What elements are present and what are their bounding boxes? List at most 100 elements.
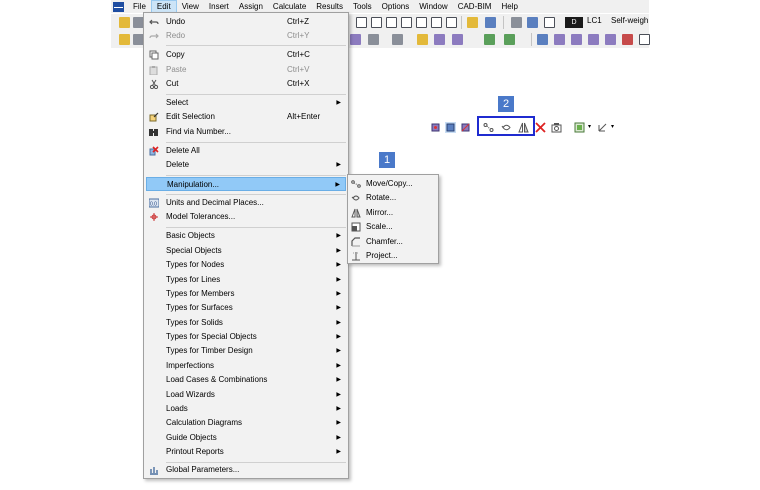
paste-icon bbox=[149, 65, 159, 75]
menu-help[interactable]: Help bbox=[496, 0, 522, 13]
delete-icon[interactable] bbox=[535, 122, 546, 133]
submenu-arrow-icon: ▶ bbox=[336, 363, 341, 369]
submenu-arrow-icon: ▶ bbox=[336, 100, 341, 106]
menu-item-manipulation[interactable]: Manipulation... ▶ bbox=[146, 177, 346, 191]
submenu-arrow-icon: ▶ bbox=[336, 162, 341, 168]
menu-item-select[interactable]: Select ▶ bbox=[144, 96, 348, 110]
menu-item-find-via-number[interactable]: Find via Number... bbox=[144, 125, 348, 139]
visibility-icon[interactable] bbox=[571, 34, 582, 45]
submenu-item-rotate[interactable]: Rotate... bbox=[348, 191, 438, 205]
menu-item-types-for-timber-design[interactable]: Types for Timber Design ▶ bbox=[144, 344, 348, 358]
mirror-icon bbox=[351, 208, 361, 218]
menu-item-copy[interactable]: Copy Ctrl+C bbox=[144, 48, 348, 62]
member-tool-icon[interactable] bbox=[392, 34, 403, 45]
menu-item-types-for-solids[interactable]: Types for Solids ▶ bbox=[144, 316, 348, 330]
load-case-name[interactable]: Self-weigh bbox=[611, 16, 648, 25]
menu-tools[interactable]: Tools bbox=[348, 0, 377, 13]
submenu-item-scale[interactable]: Scale... bbox=[348, 220, 438, 234]
menu-item-types-for-special-objects[interactable]: Types for Special Objects ▶ bbox=[144, 330, 348, 344]
scale-icon bbox=[351, 222, 361, 232]
submenu-item-mirror[interactable]: Mirror... bbox=[348, 206, 438, 220]
menu-item-imperfections[interactable]: Imperfections ▶ bbox=[144, 359, 348, 373]
display-icon[interactable] bbox=[544, 17, 555, 28]
view-icon[interactable] bbox=[446, 17, 457, 28]
global-parameters-icon bbox=[149, 465, 159, 475]
menu-item-types-for-nodes[interactable]: Types for Nodes ▶ bbox=[144, 258, 348, 272]
filter-icon[interactable] bbox=[467, 17, 478, 28]
menu-item-types-for-members[interactable]: Types for Members ▶ bbox=[144, 287, 348, 301]
menu-item-redo[interactable]: Redo Ctrl+Y bbox=[144, 29, 348, 43]
menu-item-special-objects[interactable]: Special Objects ▶ bbox=[144, 244, 348, 258]
undo-icon bbox=[149, 17, 159, 27]
view-icon[interactable] bbox=[431, 17, 442, 28]
redo-icon bbox=[149, 31, 159, 41]
menu-item-types-for-surfaces[interactable]: Types for Surfaces ▶ bbox=[144, 301, 348, 315]
menu-item-basic-objects[interactable]: Basic Objects ▶ bbox=[144, 229, 348, 243]
coordinate-icon[interactable] bbox=[639, 34, 650, 45]
menu-item-units[interactable]: 0.0 Units and Decimal Places... bbox=[144, 196, 348, 210]
line-tool-icon[interactable] bbox=[368, 34, 379, 45]
edit-selection-icon bbox=[149, 112, 159, 122]
menu-cad-bim[interactable]: CAD-BIM bbox=[453, 0, 497, 13]
submenu-item-chamfer[interactable]: Chamfer... bbox=[348, 235, 438, 249]
node-edit-icon[interactable] bbox=[430, 122, 441, 133]
manipulation-submenu: Move/Copy... Rotate... Mirror... Scale..… bbox=[347, 174, 439, 264]
load-case-selector[interactable]: LC1 bbox=[587, 16, 602, 25]
menu-item-delete-all[interactable]: Delete All bbox=[144, 144, 348, 158]
view-icon[interactable] bbox=[416, 17, 427, 28]
new-model-icon[interactable] bbox=[119, 17, 130, 28]
coordinate-system-icon[interactable] bbox=[597, 122, 608, 133]
visibility-icon[interactable] bbox=[622, 34, 633, 45]
menu-item-global-parameters[interactable]: Global Parameters... bbox=[144, 463, 348, 477]
surface-edit-icon[interactable] bbox=[460, 122, 471, 133]
chevron-down-icon[interactable]: ▾ bbox=[611, 123, 617, 134]
menu-item-cut[interactable]: Cut Ctrl+X bbox=[144, 77, 348, 91]
menu-window[interactable]: Window bbox=[414, 0, 452, 13]
menu-item-edit-selection[interactable]: Edit Selection Alt+Enter bbox=[144, 110, 348, 124]
visibility-icon[interactable] bbox=[605, 34, 616, 45]
submenu-item-move-copy[interactable]: Move/Copy... bbox=[348, 177, 438, 191]
results-icon[interactable] bbox=[527, 17, 538, 28]
menu-item-guide-objects[interactable]: Guide Objects ▶ bbox=[144, 431, 348, 445]
submenu-arrow-icon: ▶ bbox=[336, 277, 341, 283]
menu-item-load-wizards[interactable]: Load Wizards ▶ bbox=[144, 388, 348, 402]
member-edit-icon[interactable] bbox=[445, 122, 456, 133]
view-icon[interactable] bbox=[386, 17, 397, 28]
snap-icon[interactable] bbox=[119, 34, 130, 45]
menu-item-undo[interactable]: Undo Ctrl+Z bbox=[144, 15, 348, 29]
app-flag-icon[interactable] bbox=[113, 1, 124, 12]
menu-item-delete[interactable]: Delete ▶ bbox=[144, 158, 348, 172]
menu-item-calculation-diagrams[interactable]: Calculation Diagrams ▶ bbox=[144, 416, 348, 430]
support-icon[interactable] bbox=[417, 34, 428, 45]
view-icon[interactable] bbox=[371, 17, 382, 28]
chevron-down-icon[interactable]: ▾ bbox=[588, 123, 594, 134]
menu-item-load-cases-combinations[interactable]: Load Cases & Combinations ▶ bbox=[144, 373, 348, 387]
view-icon[interactable] bbox=[401, 17, 412, 28]
submenu-item-project[interactable]: Project... bbox=[348, 249, 438, 263]
display-filter-icon[interactable] bbox=[574, 122, 585, 133]
move-copy-icon bbox=[351, 179, 361, 189]
numbering-icon[interactable] bbox=[485, 17, 496, 28]
capture-icon[interactable] bbox=[551, 122, 562, 133]
visibility-icon[interactable] bbox=[537, 34, 548, 45]
menu-item-paste[interactable]: Paste Ctrl+V bbox=[144, 63, 348, 77]
submenu-arrow-icon: ▶ bbox=[336, 320, 341, 326]
submenu-arrow-icon: ▶ bbox=[335, 182, 340, 188]
menu-options[interactable]: Options bbox=[377, 0, 415, 13]
menu-separator bbox=[166, 94, 346, 95]
hinge-icon[interactable] bbox=[434, 34, 445, 45]
submenu-arrow-icon: ▶ bbox=[336, 392, 341, 398]
menu-item-model-tolerances[interactable]: Model Tolerances... bbox=[144, 210, 348, 224]
load-icon[interactable] bbox=[484, 34, 495, 45]
visibility-icon[interactable] bbox=[554, 34, 565, 45]
menu-item-printout-reports[interactable]: Printout Reports ▶ bbox=[144, 445, 348, 459]
node-tool-icon[interactable] bbox=[350, 34, 361, 45]
section-icon[interactable] bbox=[452, 34, 463, 45]
menu-item-types-for-lines[interactable]: Types for Lines ▶ bbox=[144, 273, 348, 287]
toolbar-separator bbox=[461, 16, 462, 29]
structure-icon[interactable] bbox=[511, 17, 522, 28]
load-icon[interactable] bbox=[504, 34, 515, 45]
visibility-icon[interactable] bbox=[588, 34, 599, 45]
menu-item-loads[interactable]: Loads ▶ bbox=[144, 402, 348, 416]
view-icon[interactable] bbox=[356, 17, 367, 28]
